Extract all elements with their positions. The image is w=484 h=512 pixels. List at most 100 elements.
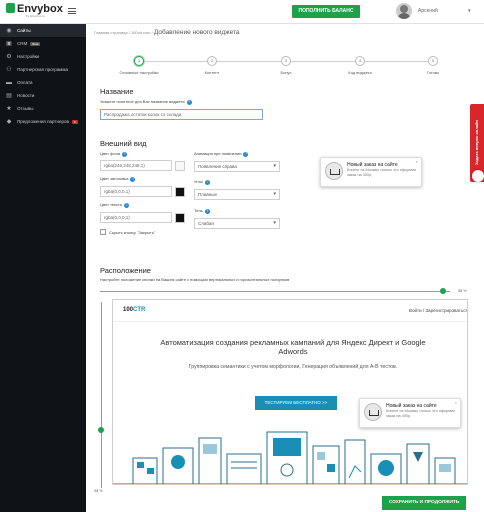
preview-notification-text: Клиент из Москвы только что оформил зака… [386, 409, 456, 418]
bg-color-input[interactable]: rgba(248,248,248,1) [100, 160, 172, 171]
tag-icon: ◆ [6, 118, 12, 125]
animation-label: Анимация при появлении? [194, 151, 249, 157]
step-5-label: Готово [426, 70, 440, 75]
sidebar-item-payment[interactable]: ▬ Оплата [0, 76, 86, 89]
text-color-label: Цвет текста? [100, 202, 129, 208]
step-5-circle[interactable]: 5 [428, 56, 438, 66]
topup-balance-button[interactable]: ПОПОЛНИТЬ БАЛАНС [292, 5, 360, 18]
globe-icon: ◉ [6, 27, 12, 34]
vertical-slider-track[interactable] [101, 302, 102, 488]
breadcrumb-site[interactable]: 100ctr.com [131, 30, 151, 35]
save-and-continue-button[interactable]: СОХРАНИТЬ И ПРОДОЛЖИТЬ [382, 496, 466, 510]
feedback-toggle-icon[interactable] [472, 170, 484, 182]
shadow-label: Тень? [194, 208, 210, 214]
sidebar-item-settings[interactable]: ⚙ Настройки [0, 50, 86, 63]
help-icon[interactable]: ? [123, 203, 129, 208]
title-color-input[interactable]: rgba(0,0,0,1) [100, 186, 172, 197]
text-color-swatch[interactable] [175, 213, 185, 223]
sidebar: ◉ Сайты ▣ CRM Beta ⚙ Настройки ⚇ Партнер… [0, 24, 86, 512]
partners-icon: ⚇ [6, 66, 12, 73]
step-4-label: Код виджета [348, 70, 372, 75]
breadcrumb: Главная страница / 100ctr.com / Добавлен… [94, 29, 240, 36]
vertical-slider-handle[interactable] [98, 426, 104, 433]
sidebar-item-label: Отзывы [17, 106, 34, 111]
animation-select[interactable]: Появление справа [194, 161, 280, 172]
help-icon[interactable]: ? [204, 180, 210, 185]
title-color-label-text: Цвет заголовка [100, 176, 129, 181]
bg-color-label: Цвет фона? [100, 151, 128, 157]
sidebar-item-label: Настройки [17, 54, 40, 59]
site-preview: 100CTR Войти / Зарегистрироваться Автома… [112, 299, 468, 485]
payment-icon: ▬ [6, 79, 12, 86]
step-2-label: Контент [204, 70, 220, 75]
sidebar-item-crm[interactable]: ▣ CRM Beta [0, 37, 86, 50]
menu-toggle-icon[interactable] [68, 8, 76, 14]
bg-color-swatch[interactable] [175, 161, 185, 171]
preview-cta-button: ТЕСТИРУЕМ БЕСПЛАТНО >> [255, 396, 337, 410]
preview-subline: Группировка семантики с учетом морфологи… [188, 364, 398, 370]
step-3-label: Бонус [280, 70, 292, 75]
step-1-label: Основные настройки [119, 70, 159, 75]
sidebar-item-label: Предложения партнеров [17, 119, 69, 124]
title-color-label: Цвет заголовка? [100, 176, 136, 182]
vertical-percent: 98 % [94, 489, 103, 493]
position-hint: Настройте положение кнопки на Вашем сайт… [100, 277, 290, 282]
help-icon[interactable]: ? [204, 209, 210, 214]
sidebar-item-news[interactable]: ▤ Новости [0, 89, 86, 102]
logo[interactable]: Envybox by Envybox.io [6, 3, 63, 18]
help-icon[interactable]: ? [122, 152, 128, 157]
gear-icon: ⚙ [6, 53, 12, 60]
preview-notification: Новый заказ на сайте Клиент из Москвы то… [359, 398, 461, 428]
shopping-basket-icon [325, 162, 343, 180]
appearance-section-title: Внешний вид [100, 139, 147, 148]
sidebar-item-reviews[interactable]: ★ Отзывы [0, 102, 86, 115]
horizontal-slider-handle[interactable] [440, 288, 446, 294]
help-icon[interactable]: ? [186, 100, 192, 105]
sidebar-item-partners[interactable]: ⚇ Партнерская программа [0, 63, 86, 76]
step-2-circle[interactable]: 2 [207, 56, 217, 66]
notification-preview: Новый заказ на сайте Клиент из Москвы то… [320, 157, 422, 187]
wizard-steps: 1 Основные настройки 2 Контент 3 Бонус 4… [86, 56, 484, 78]
bg-color-label-text: Цвет фона [100, 151, 121, 156]
corners-select[interactable]: Плавные [194, 189, 280, 200]
username[interactable]: Арсений [418, 8, 438, 14]
sidebar-item-label: CRM [17, 41, 28, 46]
step-1-circle[interactable]: 1 [134, 56, 144, 66]
breadcrumb-separator: / [151, 30, 153, 35]
preview-header: 100CTR Войти / Зарегистрироваться [113, 300, 467, 322]
envybox-logo-icon [6, 3, 15, 13]
name-section-title: Название [100, 87, 134, 96]
animation-label-text: Анимация при появлении [194, 151, 242, 156]
shadow-select[interactable]: Слабая [194, 218, 280, 229]
title-color-swatch[interactable] [175, 187, 185, 197]
sidebar-item-label: Новости [17, 93, 35, 98]
crm-icon: ▣ [6, 40, 12, 47]
close-icon[interactable]: × [416, 159, 418, 164]
news-icon: ▤ [6, 92, 12, 99]
offers-badge: 0 [71, 119, 78, 124]
sidebar-item-sites[interactable]: ◉ Сайты [0, 24, 86, 37]
sidebar-item-partner-offers[interactable]: ◆ Предложения партнеров 0 [0, 115, 86, 128]
horizontal-slider-track[interactable] [100, 291, 450, 292]
top-bar: Envybox by Envybox.io ПОПОЛНИТЬ БАЛАНС А… [0, 0, 484, 24]
sidebar-item-label: Сайты [17, 28, 31, 33]
text-color-input[interactable]: rgba(0,0,0,1) [100, 212, 172, 223]
preview-headline: Автоматизация создания рекламных кампани… [160, 338, 426, 356]
hide-close-checkbox[interactable] [100, 229, 106, 235]
breadcrumb-home[interactable]: Главная страница [94, 30, 128, 35]
close-icon[interactable]: × [455, 400, 457, 405]
notification-text: Клиент из Москвы только что оформил зака… [347, 168, 417, 177]
beta-badge: Beta [30, 41, 41, 46]
step-4-circle[interactable]: 4 [355, 56, 365, 66]
help-icon[interactable]: ? [243, 152, 249, 157]
widget-name-input[interactable]: Распродажа остатки колок со склада [100, 109, 263, 120]
chevron-down-icon[interactable]: ▾ [468, 8, 471, 14]
help-icon[interactable]: ? [130, 177, 136, 182]
position-section-title: Расположение [100, 266, 151, 275]
step-3-circle[interactable]: 3 [281, 56, 291, 66]
avatar[interactable] [396, 3, 412, 19]
preview-logo: 100CTR [123, 307, 145, 313]
corners-label-text: Углы [194, 179, 203, 184]
breadcrumb-separator: / [128, 30, 130, 35]
corners-label: Углы? [194, 179, 210, 185]
